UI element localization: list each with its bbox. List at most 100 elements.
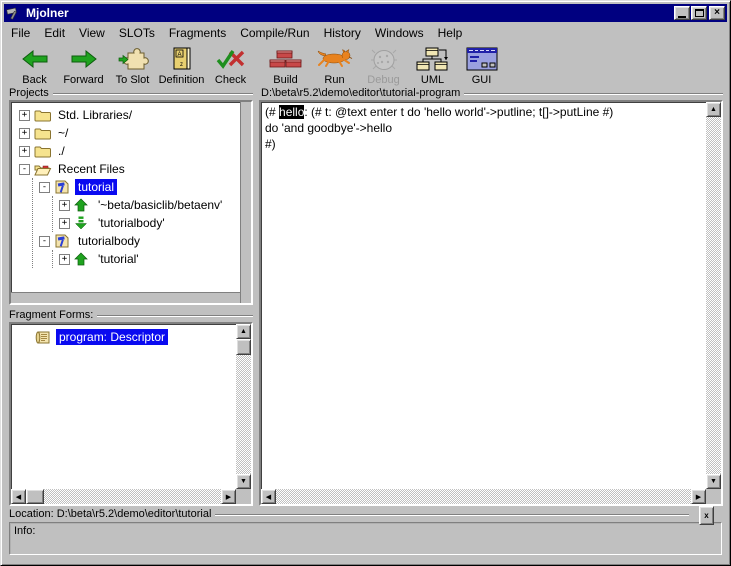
tree-item-label[interactable]: Std. Libraries/ <box>55 107 135 123</box>
forward-button[interactable]: Forward <box>59 42 108 86</box>
app-window: Mjolner × File Edit View SLOTs Fragments… <box>0 0 731 566</box>
tree-item-tutorial[interactable]: - tutorial <box>33 178 237 196</box>
code-line-1[interactable]: (# hello: (# t: @text enter t do 'hello … <box>265 104 704 120</box>
expand-toggle[interactable]: + <box>19 146 30 157</box>
check-button[interactable]: Check <box>206 42 255 86</box>
forward-arrow-icon <box>69 44 99 74</box>
scroll-down-icon[interactable]: ▼ <box>236 474 251 489</box>
back-arrow-icon <box>20 44 50 74</box>
menu-view[interactable]: View <box>72 25 112 41</box>
green-up-arrow-icon <box>74 198 92 212</box>
menu-fragments[interactable]: Fragments <box>162 25 233 41</box>
expand-toggle[interactable]: - <box>39 182 50 193</box>
tree-item-tutorial-ref[interactable]: + 'tutorial' <box>53 250 237 268</box>
title-bar[interactable]: Mjolner × <box>4 4 727 22</box>
tree-item-home[interactable]: + ~/ <box>13 124 237 142</box>
recent-files-children: - tutorial + '~beta/basiclib/betaenv' + <box>32 178 237 268</box>
menu-help[interactable]: Help <box>431 25 470 41</box>
menu-compile-run[interactable]: Compile/Run <box>233 25 316 41</box>
tree-item-label-selected[interactable]: tutorial <box>75 179 117 195</box>
expand-toggle[interactable]: - <box>39 236 50 247</box>
tree-item-label[interactable]: '~beta/basiclib/betaenv' <box>95 197 225 213</box>
expand-toggle[interactable]: + <box>19 110 30 121</box>
info-label: Info: <box>14 525 35 537</box>
svg-text:z: z <box>180 62 183 68</box>
close-button[interactable]: × <box>709 6 725 20</box>
projects-vscrollbar[interactable] <box>240 102 251 303</box>
folder-icon <box>34 144 52 158</box>
toolbar: Back Forward To Slot A z <box>4 42 727 88</box>
editor-text-area[interactable]: (# hello: (# t: @text enter t do 'hello … <box>265 104 704 487</box>
editor-vscrollbar[interactable]: ▲ ▼ <box>706 102 721 489</box>
hscroll-thumb[interactable] <box>26 489 44 504</box>
tree-item-tutorialbody[interactable]: - tutorialbody <box>33 232 237 250</box>
check-x-icon <box>215 44 247 74</box>
expand-toggle[interactable]: + <box>19 128 30 139</box>
editor-hscrollbar[interactable]: ◀ ▶ <box>261 489 706 504</box>
expand-toggle[interactable]: + <box>59 254 70 265</box>
menu-history[interactable]: History <box>317 25 368 41</box>
tree-item-label[interactable]: 'tutorial' <box>95 251 142 267</box>
menu-file[interactable]: File <box>4 25 37 41</box>
projects-tree: + Std. Libraries/ + ~/ + ./ - Re <box>13 106 237 289</box>
run-button[interactable]: Run <box>310 42 359 86</box>
expand-toggle[interactable]: + <box>59 218 70 229</box>
scroll-up-icon[interactable]: ▲ <box>236 324 251 339</box>
tree-item-label[interactable]: 'tutorialbody' <box>95 215 168 231</box>
tree-item-recent-files[interactable]: - Recent Files <box>13 160 237 178</box>
scroll-left-icon[interactable]: ◀ <box>11 489 26 504</box>
uml-button[interactable]: UML <box>408 42 457 86</box>
scroll-down-icon[interactable]: ▼ <box>706 474 721 489</box>
code-line-3[interactable]: #) <box>265 136 704 152</box>
scroll-icon <box>35 330 53 344</box>
open-folder-icon <box>34 162 52 176</box>
menu-slots[interactable]: SLOTs <box>112 25 162 41</box>
window-title: Mjolner <box>26 6 674 20</box>
menu-edit[interactable]: Edit <box>37 25 72 41</box>
fragment-file-icon <box>54 180 72 194</box>
menu-windows[interactable]: Windows <box>368 25 431 41</box>
projects-hscrollbar[interactable] <box>11 292 240 303</box>
running-cat-icon <box>316 44 354 74</box>
to-slot-button[interactable]: To Slot <box>108 42 157 86</box>
fragment-form-item[interactable]: program: Descriptor <box>13 328 235 346</box>
scrollbar-corner <box>236 489 251 504</box>
maximize-button[interactable] <box>691 6 707 20</box>
tree-item-betaenv[interactable]: + '~beta/basiclib/betaenv' <box>53 196 237 214</box>
tutorial-children: + '~beta/basiclib/betaenv' + 'tutorialbo… <box>52 196 237 232</box>
debug-button: Debug <box>359 42 408 86</box>
bricks-icon <box>269 44 303 74</box>
fragment-forms-vscrollbar[interactable]: ▲ ▼ <box>236 324 251 489</box>
scroll-right-icon[interactable]: ▶ <box>221 489 236 504</box>
scroll-right-icon[interactable]: ▶ <box>691 489 706 504</box>
info-close-button[interactable]: x <box>699 506 714 525</box>
tree-item-label[interactable]: ./ <box>55 143 68 159</box>
scroll-up-icon[interactable]: ▲ <box>706 102 721 117</box>
vscroll-thumb[interactable] <box>236 339 251 355</box>
fragment-forms-panel[interactable]: program: Descriptor ▲ ▼ ◀ ▶ <box>9 322 253 506</box>
scrollbar-corner <box>706 489 721 504</box>
code-line-2[interactable]: do 'and goodbye'->hello <box>265 120 704 136</box>
tree-item-std-libraries[interactable]: + Std. Libraries/ <box>13 106 237 124</box>
scroll-left-icon[interactable]: ◀ <box>261 489 276 504</box>
selected-word[interactable]: hello <box>279 105 304 119</box>
folder-icon <box>34 108 52 122</box>
build-button[interactable]: Build <box>261 42 310 86</box>
fragment-form-label[interactable]: program: Descriptor <box>56 329 168 345</box>
gui-button[interactable]: GUI <box>457 42 506 86</box>
editor-panel[interactable]: (# hello: (# t: @text enter t do 'hello … <box>259 100 723 506</box>
expand-toggle[interactable]: + <box>59 200 70 211</box>
tree-item-label[interactable]: ~/ <box>55 125 71 141</box>
puzzle-slot-icon <box>117 44 149 74</box>
tree-item-tutorialbody-ref[interactable]: + 'tutorialbody' <box>53 214 237 232</box>
minimize-button[interactable] <box>674 6 690 20</box>
tree-item-label[interactable]: Recent Files <box>55 161 128 177</box>
definition-button[interactable]: A z Definition <box>157 42 206 86</box>
editor-path-label: D:\beta\r5.2\demo\editor\tutorial-progra… <box>261 87 723 99</box>
fragment-forms-hscrollbar[interactable]: ◀ ▶ <box>11 489 236 504</box>
back-button[interactable]: Back <box>10 42 59 86</box>
tree-item-label[interactable]: tutorialbody <box>75 233 143 249</box>
expand-toggle[interactable]: - <box>19 164 30 175</box>
tree-item-current-dir[interactable]: + ./ <box>13 142 237 160</box>
projects-tree-panel[interactable]: + Std. Libraries/ + ~/ + ./ - Re <box>9 100 253 305</box>
